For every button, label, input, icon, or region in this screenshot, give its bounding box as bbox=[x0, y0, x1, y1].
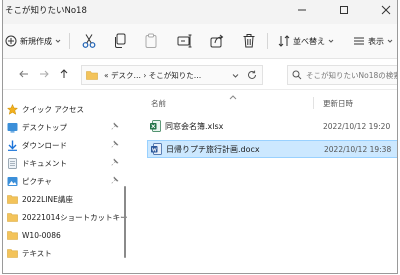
download-icon bbox=[7, 140, 18, 151]
up-button[interactable] bbox=[57, 68, 71, 82]
search-box[interactable] bbox=[287, 65, 397, 85]
sidebar-item-label: 2022LINE講座 bbox=[22, 194, 73, 204]
sort-button-label: 並べ替え bbox=[293, 36, 325, 46]
arrow-up-icon bbox=[59, 69, 69, 81]
address-bar[interactable]: « デスク… › そこが知りた… bbox=[81, 65, 263, 85]
sidebar-item-label: ピクチャ bbox=[22, 176, 52, 186]
share-icon bbox=[210, 33, 225, 49]
sidebar-item-quick-access[interactable]: クイック アクセス bbox=[3, 100, 125, 118]
arrow-right-icon bbox=[39, 69, 49, 81]
pin-icon bbox=[111, 122, 119, 132]
paste-icon bbox=[144, 33, 158, 49]
sidebar-item-label: ダウンロード bbox=[22, 140, 67, 150]
view-button-label: 表示 bbox=[368, 36, 384, 46]
command-bar: 新規作成 並べ替え 表示 bbox=[3, 24, 397, 59]
column-header-modified[interactable]: 更新日時 bbox=[323, 98, 353, 109]
file-modified: 2022/10/12 19:38 bbox=[324, 144, 392, 154]
toolbar-divider bbox=[69, 33, 70, 49]
desktop-icon bbox=[7, 122, 18, 133]
sidebar-item-label: ドキュメント bbox=[22, 158, 67, 168]
trash-icon bbox=[242, 33, 256, 49]
navigation-pane: クイック アクセス デスクトップ ダウンロード ドキュメント ピクチャ 2022… bbox=[3, 91, 127, 273]
file-name: 同窓会名簿.xlsx bbox=[165, 121, 224, 131]
folder-icon bbox=[7, 230, 18, 241]
sidebar-item-label: 20221014ショートカットキーのお bbox=[22, 212, 127, 222]
share-button[interactable] bbox=[210, 32, 225, 50]
view-list-icon bbox=[353, 35, 365, 47]
sidebar-item-label: テキスト bbox=[22, 248, 52, 258]
maximize-button[interactable] bbox=[339, 5, 349, 15]
search-input[interactable] bbox=[306, 70, 397, 80]
back-button[interactable] bbox=[17, 68, 31, 82]
file-name: 日帰りプチ旅行計画.docx bbox=[166, 144, 260, 154]
pictures-icon bbox=[7, 176, 18, 187]
navigation-scrollbar[interactable] bbox=[124, 186, 126, 258]
address-row: « デスク… › そこが知りた… bbox=[3, 60, 397, 90]
sort-button[interactable]: 並べ替え bbox=[278, 32, 334, 50]
cut-icon bbox=[82, 33, 96, 49]
sort-icon bbox=[278, 35, 290, 47]
sidebar-item-label: デスクトップ bbox=[22, 122, 67, 132]
document-icon bbox=[7, 157, 18, 169]
copy-icon bbox=[113, 33, 127, 49]
folder-icon bbox=[7, 248, 18, 259]
file-modified: 2022/10/12 19:20 bbox=[323, 121, 391, 131]
view-button[interactable]: 表示 bbox=[353, 32, 393, 50]
copy-button[interactable] bbox=[113, 32, 127, 50]
column-header-name[interactable]: 名前 bbox=[151, 98, 166, 109]
close-button[interactable] bbox=[381, 5, 391, 15]
forward-button[interactable] bbox=[37, 68, 51, 82]
pin-icon bbox=[111, 158, 119, 168]
sidebar-item-label: クイック アクセス bbox=[22, 104, 85, 114]
pin-icon bbox=[111, 176, 119, 186]
plus-circle-icon bbox=[5, 35, 17, 47]
sort-ascending-icon bbox=[229, 93, 237, 102]
word-file-icon bbox=[151, 143, 162, 155]
excel-file-icon bbox=[150, 120, 161, 132]
rename-button[interactable] bbox=[177, 32, 193, 50]
sidebar-item-folder[interactable]: 2022LINE講座 bbox=[3, 190, 125, 208]
breadcrumb[interactable]: « デスク… › そこが知りた… bbox=[104, 70, 201, 81]
window-title: そこが知りたいNo18 bbox=[5, 6, 87, 16]
paste-button bbox=[144, 32, 158, 50]
new-button[interactable]: 新規作成 bbox=[5, 32, 61, 50]
folder-icon bbox=[7, 212, 18, 223]
file-list: 名前 更新日時 同窓会名簿.xlsx 2022/10/12 19:20 日帰りプ… bbox=[129, 91, 397, 273]
sidebar-item-label: W10-0086 bbox=[22, 230, 61, 240]
minimize-button[interactable] bbox=[297, 5, 307, 15]
sidebar-item-folder[interactable]: W10-0086 bbox=[3, 226, 125, 244]
arrow-left-icon bbox=[19, 69, 29, 81]
cut-button[interactable] bbox=[82, 32, 96, 50]
chevron-down-icon bbox=[328, 38, 334, 44]
title-bar: そこが知りたいNo18 bbox=[3, 0, 397, 24]
toolbar-divider bbox=[267, 33, 268, 49]
refresh-icon[interactable] bbox=[247, 70, 257, 82]
chevron-down-icon[interactable] bbox=[232, 72, 239, 81]
chevron-down-icon bbox=[387, 38, 393, 44]
sidebar-item-documents[interactable]: ドキュメント bbox=[3, 154, 125, 172]
file-row[interactable]: 同窓会名簿.xlsx 2022/10/12 19:20 bbox=[147, 117, 397, 135]
chevron-down-icon bbox=[55, 38, 61, 44]
folder-icon bbox=[7, 194, 18, 205]
column-divider[interactable] bbox=[313, 97, 314, 109]
explorer-window: そこが知りたいNo18 新規作成 並べ替え 表示 « デスク… › そこが知りた… bbox=[2, 0, 398, 274]
search-icon bbox=[292, 70, 302, 80]
delete-button[interactable] bbox=[242, 32, 256, 50]
rename-icon bbox=[177, 33, 193, 49]
star-icon bbox=[7, 103, 18, 115]
sidebar-item-folder[interactable]: 20221014ショートカットキーのお bbox=[3, 208, 127, 226]
sidebar-item-folder[interactable]: テキスト bbox=[3, 244, 125, 262]
pin-icon bbox=[111, 140, 119, 150]
sidebar-item-desktop[interactable]: デスクトップ bbox=[3, 118, 125, 136]
sidebar-item-pictures[interactable]: ピクチャ bbox=[3, 172, 125, 190]
folder-icon bbox=[86, 70, 98, 80]
new-button-label: 新規作成 bbox=[20, 36, 52, 46]
sidebar-item-downloads[interactable]: ダウンロード bbox=[3, 136, 125, 154]
file-row-selected[interactable]: 日帰りプチ旅行計画.docx 2022/10/12 19:38 bbox=[147, 140, 397, 158]
